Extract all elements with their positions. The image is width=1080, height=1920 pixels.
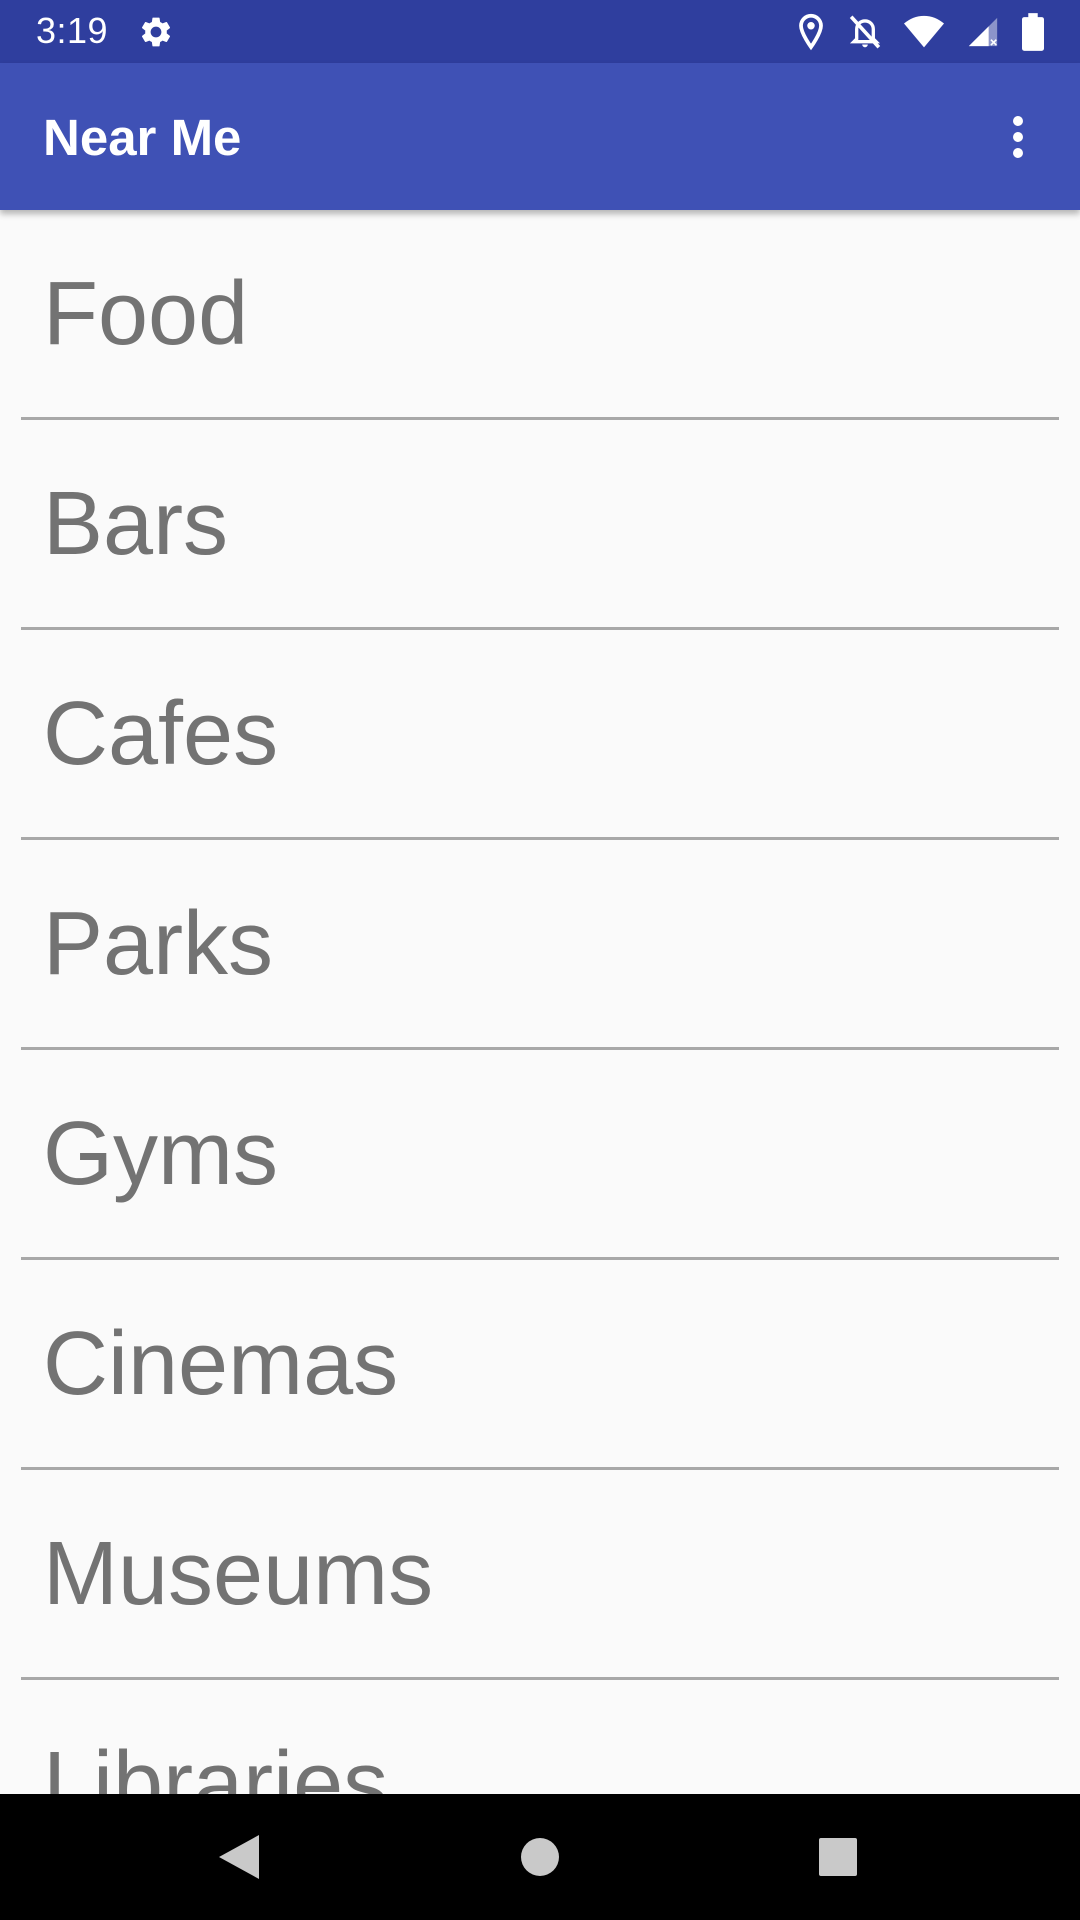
list-item[interactable]: Cinemas xyxy=(21,1260,1059,1470)
list-item-label: Parks xyxy=(43,894,274,994)
list-item-label: Museums xyxy=(43,1524,434,1624)
list-item-label: Bars xyxy=(43,474,229,574)
app-bar: Near Me xyxy=(0,63,1080,210)
app-title: Near Me xyxy=(43,109,242,166)
location-icon xyxy=(796,13,826,51)
list-item[interactable]: Cafes xyxy=(21,630,1059,840)
list-item-label: Food xyxy=(43,264,249,364)
list-item-label: Cafes xyxy=(43,684,279,784)
status-time: 3:19 xyxy=(36,10,109,51)
gear-icon xyxy=(138,14,174,50)
navigation-bar xyxy=(0,1794,1080,1920)
list-item[interactable]: Gyms xyxy=(21,1050,1059,1260)
home-icon[interactable] xyxy=(495,1812,585,1902)
battery-icon xyxy=(1022,13,1044,51)
category-list: Food Bars Cafes Parks Gyms Cinemas Museu… xyxy=(0,210,1080,1794)
back-icon[interactable] xyxy=(194,1812,284,1902)
list-item[interactable]: Food xyxy=(21,210,1059,420)
list-item-label: Libraries xyxy=(43,1734,389,1794)
list-item[interactable]: Museums xyxy=(21,1470,1059,1680)
list-item[interactable]: Parks xyxy=(21,840,1059,1050)
list-item-label: Gyms xyxy=(43,1104,278,1204)
status-bar: 3:19 xyxy=(0,0,1080,63)
list-item[interactable]: Libraries xyxy=(21,1680,1059,1794)
more-vert-icon[interactable] xyxy=(976,95,1060,179)
recents-icon[interactable] xyxy=(793,1812,883,1902)
list-item-label: Cinemas xyxy=(43,1314,399,1414)
status-icons xyxy=(796,12,1044,52)
signal-icon xyxy=(966,15,1000,49)
list-item[interactable]: Bars xyxy=(21,420,1059,630)
notifications-off-icon xyxy=(848,14,882,50)
wifi-icon xyxy=(904,15,944,49)
screen: 3:19 Near Me Food Bars Cafes Parks Gyms … xyxy=(0,0,1080,1920)
